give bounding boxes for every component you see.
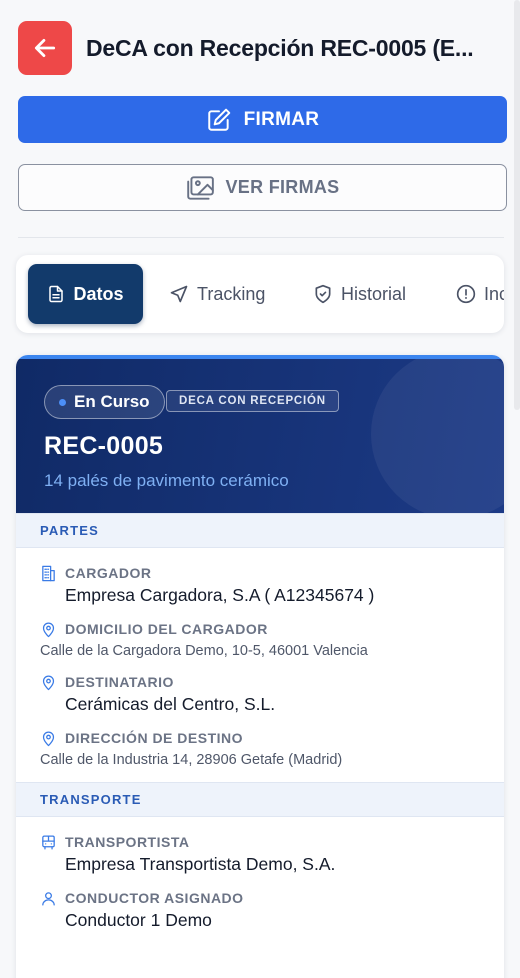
type-badge: DECA CON RECEPCIÓN	[166, 390, 339, 412]
field-destinatario: DESTINATARIO Cerámicas del Centro, S.L.	[40, 673, 480, 715]
domicilio-value: Calle de la Cargadora Demo, 10-5, 46001 …	[40, 643, 368, 659]
sign-button-label: FIRMAR	[243, 108, 320, 130]
edit-icon	[207, 108, 230, 131]
domicilio-label: DOMICILIO DEL CARGADOR	[65, 621, 268, 637]
map-pin-icon	[42, 675, 55, 690]
divider	[18, 237, 504, 238]
section-transporte-header: TRANSPORTE	[16, 782, 504, 817]
page-title: DeCA con Recepción REC-0005 (E...	[86, 34, 474, 61]
view-signatures-button[interactable]: VER FIRMAS	[18, 164, 507, 211]
tab-incidencias[interactable]: Inc	[456, 264, 504, 324]
back-button[interactable]	[18, 21, 72, 75]
direccion-value: Calle de la Industria 14, 28906 Getafe (…	[40, 752, 343, 768]
tab-datos[interactable]: Datos	[28, 264, 143, 324]
field-cargador: CARGADOR Empresa Cargadora, S.A ( A12345…	[40, 564, 480, 606]
status-badge: En Curso	[44, 385, 165, 419]
alert-circle-icon	[456, 284, 476, 304]
field-conductor: CONDUCTOR ASIGNADO Conductor 1 Demo	[40, 889, 480, 931]
sign-button[interactable]: FIRMAR	[18, 96, 507, 143]
user-icon	[42, 891, 55, 906]
section-transporte: TRANSPORTISTA Empresa Transportista Demo…	[16, 817, 504, 959]
arrow-left-icon	[34, 39, 56, 57]
transportista-value: Empresa Transportista Demo, S.A.	[65, 854, 336, 874]
map-pin-icon	[42, 731, 55, 746]
field-domicilio: DOMICILIO DEL CARGADOR Calle de la Carga…	[40, 620, 480, 659]
decorative-circle	[371, 359, 504, 513]
shipment-description: 14 palés de pavimento cerámico	[44, 471, 289, 490]
shield-icon	[315, 284, 331, 304]
tab-historial[interactable]: Historial	[313, 264, 406, 324]
section-partes-header: PARTES	[16, 513, 504, 548]
navigation-arrow-icon	[170, 285, 188, 303]
tab-tracking-label: Tracking	[197, 283, 266, 304]
view-signatures-label: VER FIRMAS	[225, 177, 340, 197]
detail-card: En Curso DECA CON RECEPCIÓN REC-0005 14 …	[16, 355, 504, 978]
reference-number: REC-0005	[44, 432, 164, 460]
tab-bar: Datos Tracking Historial Inc	[16, 255, 504, 333]
status-dot-icon	[59, 398, 66, 406]
field-transportista: TRANSPORTISTA Empresa Transportista Demo…	[40, 833, 480, 875]
destinatario-value: Cerámicas del Centro, S.L.	[65, 694, 276, 714]
cargador-value: Empresa Cargadora, S.A ( A12345674 )	[65, 585, 375, 605]
bus-icon	[42, 834, 55, 850]
direccion-label: DIRECCIÓN DE DESTINO	[65, 730, 244, 746]
section-partes: CARGADOR Empresa Cargadora, S.A ( A12345…	[16, 548, 504, 782]
tab-historial-label: Historial	[341, 283, 407, 304]
tab-incidencias-label: Inc	[484, 283, 504, 304]
destinatario-label: DESTINATARIO	[65, 674, 174, 690]
status-text: En Curso	[74, 392, 150, 411]
building-icon	[42, 565, 55, 581]
document-icon	[49, 285, 64, 303]
map-pin-icon	[42, 622, 55, 637]
transportista-label: TRANSPORTISTA	[65, 834, 190, 850]
conductor-value: Conductor 1 Demo	[65, 910, 212, 930]
field-direccion: DIRECCIÓN DE DESTINO Calle de la Industr…	[40, 729, 480, 768]
conductor-label: CONDUCTOR ASIGNADO	[65, 890, 244, 906]
cargador-label: CARGADOR	[65, 565, 152, 581]
tab-tracking[interactable]: Tracking	[169, 264, 265, 324]
summary-hero: En Curso DECA CON RECEPCIÓN REC-0005 14 …	[16, 355, 504, 513]
tab-datos-label: Datos	[73, 283, 124, 304]
header: DeCA con Recepción REC-0005 (E...	[18, 20, 520, 76]
image-gallery-icon	[187, 175, 215, 200]
